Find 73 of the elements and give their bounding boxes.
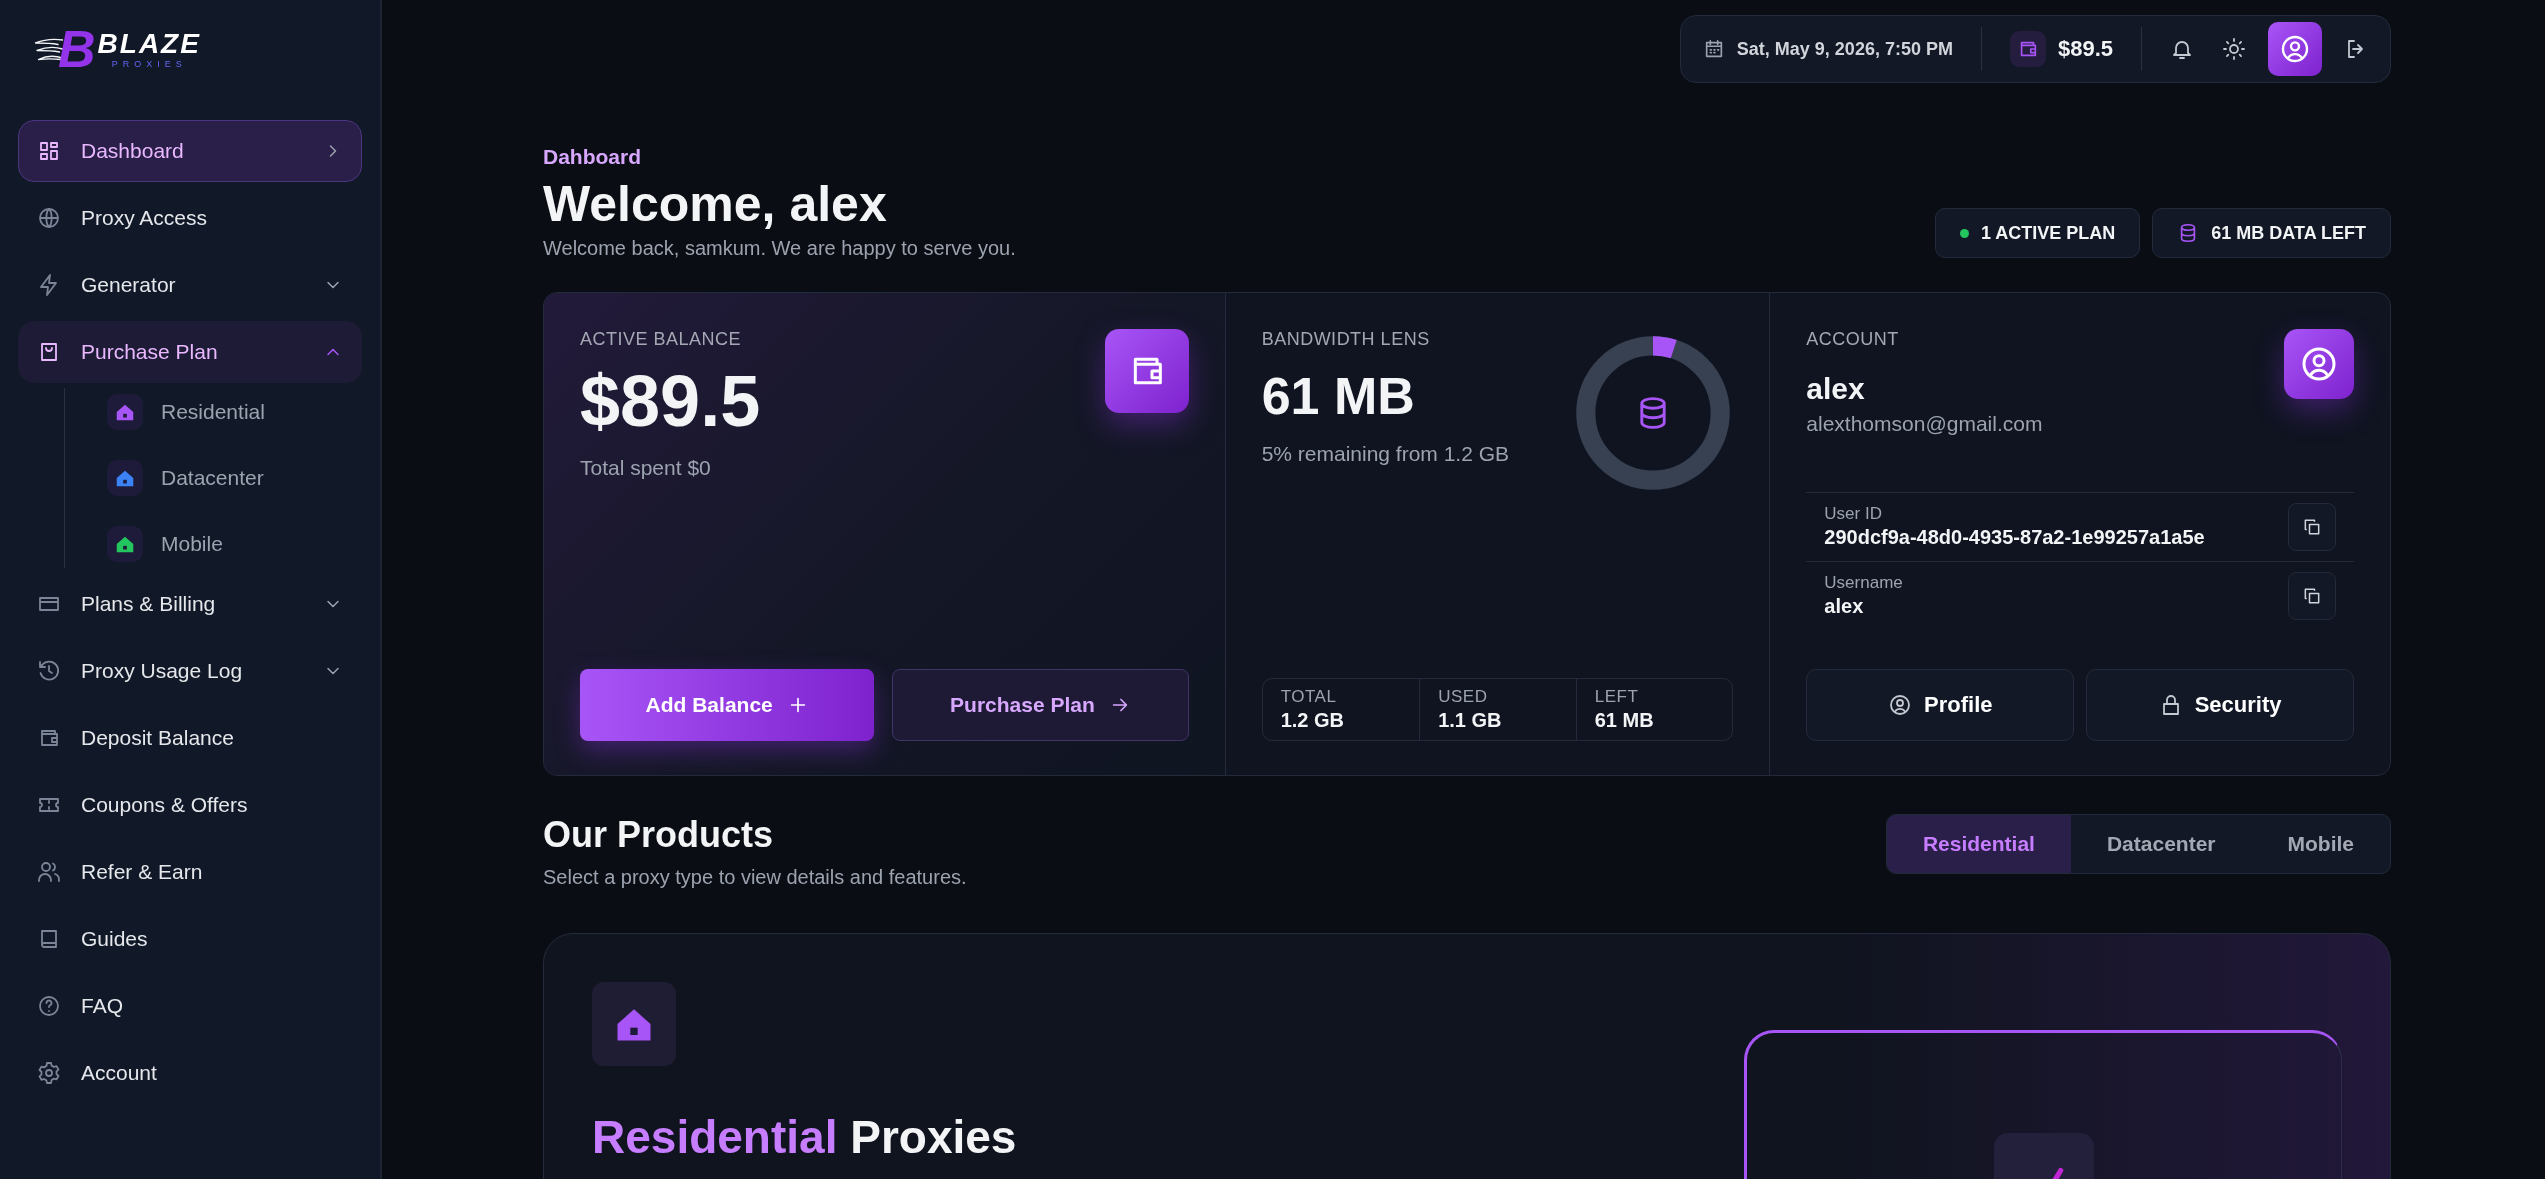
user-icon [2279, 33, 2311, 65]
account-email: alexthomson@gmail.com [1806, 412, 2043, 436]
profile-button[interactable] [2268, 22, 2322, 76]
tab[interactable]: Residential [1886, 815, 2071, 873]
logo-letter: B [58, 23, 96, 75]
field-label: Username [1824, 573, 1903, 593]
section-subtitle: Select a proxy type to view details and features. [543, 866, 967, 889]
sidebar-item[interactable]: Proxy Usage Log [18, 640, 362, 702]
field-value: 290dcf9a-48d0-4935-87a2-1e99257a1a5e [1824, 526, 2205, 549]
bandwidth-note: 5% remaining from 1.2 GB [1261, 442, 1510, 466]
section-title: Our Products [543, 814, 775, 856]
stat-value: 61 MB [1594, 709, 1655, 732]
user-icon [1888, 693, 1912, 717]
sidebar-item[interactable]: Account [18, 1042, 362, 1104]
sidebar-item[interactable]: Coupons & Offers [18, 774, 362, 836]
card-label: ACCOUNT [1806, 329, 1900, 350]
card-label: ACTIVE BALANCE [580, 329, 743, 350]
product-title: Residential Proxies [592, 1110, 1017, 1164]
stat-label: LEFT [1594, 687, 1640, 707]
product-icon [107, 460, 143, 496]
stat-value: 1.2 GB [1280, 709, 1345, 732]
wallet-icon [2009, 31, 2046, 67]
profile-button[interactable]: Profile [1806, 669, 2075, 741]
user-icon [2284, 329, 2354, 399]
balance-amount: $89.5 [2057, 36, 2113, 62]
sidebar-item[interactable]: Guides [18, 908, 362, 970]
sidebar-item[interactable]: Purchase Plan [18, 321, 362, 383]
sidebar-item[interactable]: Proxy Access [18, 187, 362, 249]
copy-button[interactable] [2288, 571, 2336, 620]
logo-tagline: PROXIES [111, 57, 187, 69]
status-badge: 1 ACTIVE PLAN [1934, 208, 2141, 258]
history-icon [37, 659, 61, 683]
sidebar-item[interactable]: Deposit Balance [18, 707, 362, 769]
globe-icon [37, 206, 61, 230]
status-badge: 61 MB DATA LEFT [2152, 208, 2391, 258]
logo-name: BLAZE [97, 29, 201, 58]
sidebar-item[interactable]: Generator [18, 254, 362, 316]
stat-label: TOTAL [1280, 687, 1338, 707]
users-icon [37, 860, 61, 884]
security-button[interactable]: Security [2086, 669, 2354, 741]
tab[interactable]: Datacenter [2070, 815, 2252, 873]
wallet-icon [1104, 329, 1189, 413]
sidebar-item[interactable]: Dashboard [18, 120, 362, 182]
copy-button[interactable] [2288, 502, 2336, 551]
field-value: alex [1824, 595, 1865, 618]
purchase-plan-button[interactable]: Purchase Plan [892, 669, 1189, 741]
card-label: BANDWIDTH LENS [1261, 329, 1431, 350]
sidebar-item[interactable]: FAQ [18, 975, 362, 1037]
account-name: alex [1806, 372, 1866, 406]
product-icon [107, 394, 143, 430]
sidebar-subitem[interactable]: Residential [107, 394, 362, 430]
tab[interactable]: Mobile [2251, 815, 2390, 873]
house-icon [592, 982, 676, 1066]
sidebar-item[interactable]: Refer & Earn [18, 841, 362, 903]
date-time: Sat, May 9, 2026, 7:50 PM [1736, 38, 1953, 60]
add-balance-button[interactable]: Add Balance [580, 669, 875, 741]
grid-icon [37, 139, 61, 163]
sidebar-item[interactable]: Plans & Billing [18, 573, 362, 635]
balance-amount: $89.5 [580, 360, 761, 442]
page-title: Welcome, alex [543, 175, 888, 233]
breadcrumb: Dahboard [543, 145, 642, 169]
page-subtitle: Welcome back, samkum. We are happy to serve you. [543, 237, 1016, 260]
field-label: User ID [1824, 504, 1883, 524]
stat-label: USED [1438, 687, 1489, 707]
help-icon [37, 994, 61, 1018]
total-spent: Total spent $0 [580, 456, 712, 480]
stat-value: 1.1 GB [1438, 709, 1503, 732]
product-icon [107, 526, 143, 562]
sidebar-subitem[interactable]: Mobile [107, 526, 362, 562]
sidebar-subitem[interactable]: Datacenter [107, 460, 362, 496]
bandwidth-amount: 61 MB [1261, 366, 1416, 426]
gear-icon [37, 1061, 61, 1085]
sun-icon[interactable] [2222, 37, 2246, 61]
